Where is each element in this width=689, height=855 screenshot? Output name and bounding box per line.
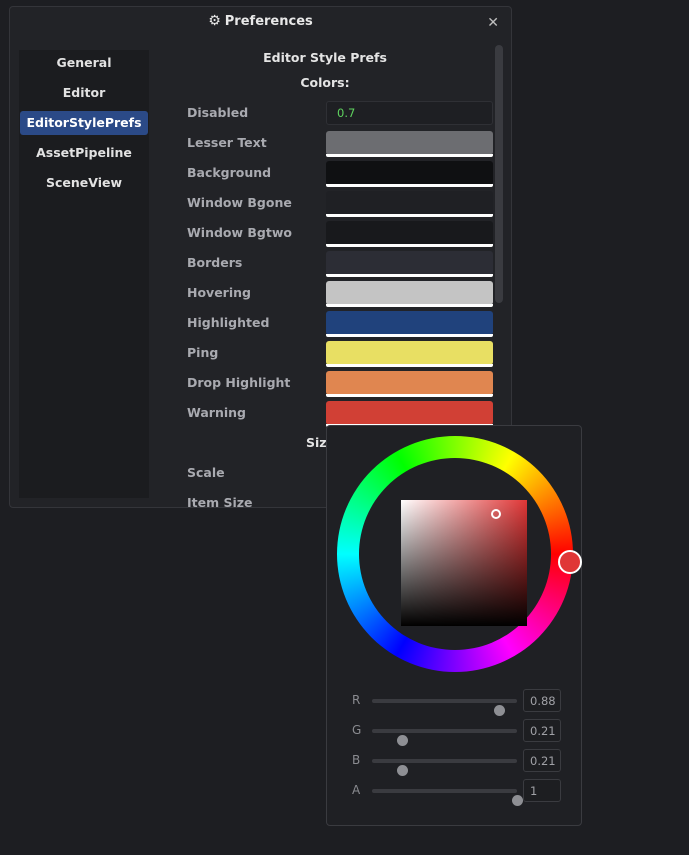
channel-value-field[interactable]: 0.88 [523, 689, 561, 712]
size-row-label: Scale [187, 465, 225, 480]
scrollbar[interactable] [495, 45, 503, 303]
color-row-label: Drop Highlight [187, 375, 291, 390]
sidebar-item-sceneview[interactable]: SceneView [20, 171, 148, 195]
disabled-label: Disabled [187, 105, 249, 120]
channel-slider[interactable] [372, 729, 517, 746]
saturation-value-knob[interactable] [491, 509, 501, 519]
color-row-label: Ping [187, 345, 219, 360]
color-row-label: Warning [187, 405, 246, 420]
channel-label: B [352, 753, 361, 767]
hue-wheel[interactable] [337, 436, 582, 672]
sidebar-item-editor[interactable]: Editor [20, 81, 148, 105]
channel-row: B 0.21 [327, 749, 583, 776]
sidebar: General Editor EditorStylePrefs AssetPip… [19, 50, 149, 498]
sidebar-item-general[interactable]: General [20, 51, 148, 75]
sidebar-item-assetpipeline[interactable]: AssetPipeline [20, 141, 148, 165]
window-titlebar: ⚙ Preferences [10, 13, 511, 35]
color-swatch[interactable] [326, 371, 493, 397]
color-row-label: Background [187, 165, 272, 180]
channel-label: G [352, 723, 362, 737]
channel-label: R [352, 693, 361, 707]
close-icon[interactable]: ✕ [487, 15, 499, 31]
channel-row: G 0.21 [327, 719, 583, 746]
gear-icon: ⚙ [208, 13, 221, 29]
color-swatch[interactable] [326, 311, 493, 337]
channel-slider[interactable] [372, 699, 517, 716]
channel-value-field[interactable]: 0.21 [523, 719, 561, 742]
color-swatch[interactable] [326, 131, 493, 157]
saturation-value-square[interactable] [401, 500, 527, 626]
color-row-label: Window Bgtwo [187, 225, 292, 240]
slider-thumb[interactable] [494, 705, 506, 716]
slider-thumb[interactable] [511, 795, 523, 806]
disabled-value-field[interactable]: 0.7 [326, 101, 493, 125]
channel-slider[interactable] [372, 759, 517, 776]
color-swatch[interactable] [326, 191, 493, 217]
color-picker-popup: R 0.88 G 0.21 B 0.21 A 1 [326, 425, 582, 826]
section-heading: Editor Style Prefs [263, 50, 387, 65]
color-row-label: Hovering [187, 285, 251, 300]
channel-slider[interactable] [372, 789, 523, 806]
slider-thumb[interactable] [396, 765, 408, 776]
channel-row: R 0.88 [327, 689, 583, 716]
color-row-label: Highlighted [187, 315, 270, 330]
slider-thumb[interactable] [396, 735, 408, 746]
color-row-label: Window Bgone [187, 195, 292, 210]
sidebar-item-editorstyleprefs[interactable]: EditorStylePrefs [20, 111, 148, 135]
hue-knob[interactable] [558, 550, 582, 574]
channel-label: A [352, 783, 361, 797]
colors-heading: Colors: [300, 75, 350, 90]
channel-value-field[interactable]: 1 [523, 779, 561, 802]
color-row-label: Lesser Text [187, 135, 267, 150]
size-row-label: Item Size [187, 495, 253, 510]
color-swatch[interactable] [326, 161, 493, 187]
color-swatch[interactable] [326, 281, 493, 307]
color-swatch[interactable] [326, 401, 493, 427]
window-title: Preferences [224, 14, 313, 29]
color-swatch[interactable] [326, 251, 493, 277]
color-swatch[interactable] [326, 341, 493, 367]
color-swatch[interactable] [326, 221, 493, 247]
channel-row: A1 [327, 779, 583, 806]
color-row-label: Borders [187, 255, 243, 270]
channel-value-field[interactable]: 0.21 [523, 749, 561, 772]
